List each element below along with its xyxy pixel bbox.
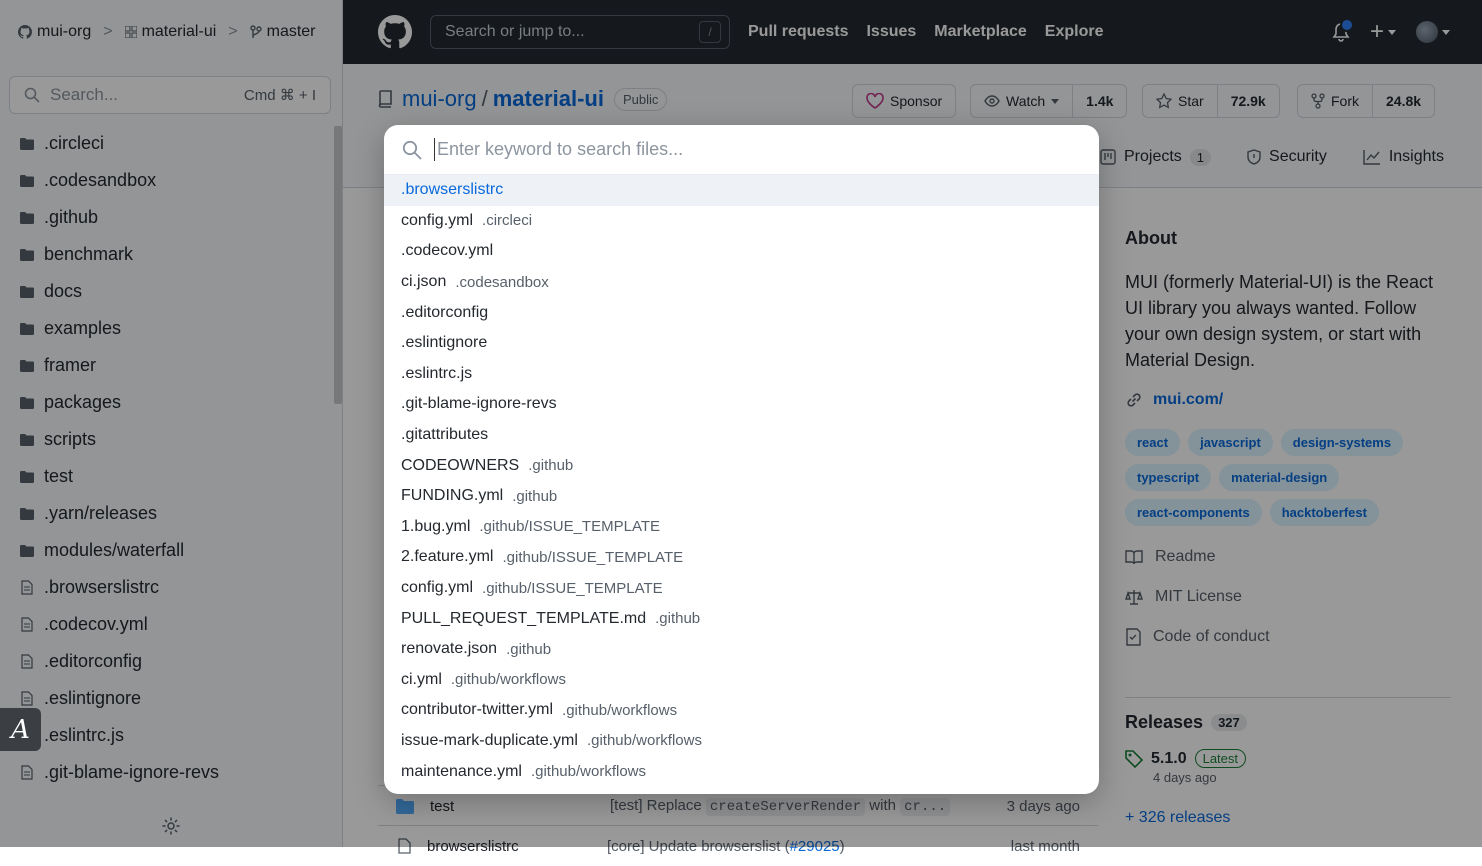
result-file-name: 1.bug.yml (401, 517, 471, 535)
file-search-result[interactable]: ci.yml .github/workflows (384, 665, 1099, 696)
result-file-name: maintenance.yml (401, 762, 522, 780)
file-search-result[interactable]: .browserslistrc (384, 175, 1099, 206)
file-search-result[interactable]: .editorconfig (384, 297, 1099, 328)
file-search-result[interactable]: contributor-twitter.yml .github/workflows (384, 695, 1099, 726)
extension-a-label: A (11, 714, 30, 745)
result-file-path: .github/ISSUE_TEMPLATE (479, 518, 661, 536)
result-file-name: .browserslistrc (401, 181, 504, 199)
file-search-result[interactable]: CODEOWNERS .github (384, 450, 1099, 481)
result-file-name: contributor-twitter.yml (401, 701, 554, 719)
result-file-name: .git-blame-ignore-revs (401, 395, 557, 413)
result-file-name: ci.yml (401, 670, 442, 688)
result-file-name: CODEOWNERS (401, 456, 520, 474)
file-search-result[interactable]: .git-blame-ignore-revs (384, 389, 1099, 420)
file-search-result[interactable]: 1.bug.yml .github/ISSUE_TEMPLATE (384, 512, 1099, 543)
result-file-path: .github/ISSUE_TEMPLATE (502, 548, 684, 566)
result-file-name: PULL_REQUEST_TEMPLATE.md (401, 609, 647, 627)
file-search-modal: .browserslistrc config.yml .circleci .codec… (384, 125, 1099, 794)
result-file-name: 2.feature.yml (401, 548, 494, 566)
extension-a-button[interactable]: A (0, 708, 41, 751)
file-search-result[interactable]: PULL_REQUEST_TEMPLATE.md .github (384, 603, 1099, 634)
file-search-result[interactable]: issue-mark-duplicate.yml .github/workflow… (384, 726, 1099, 757)
result-file-path: .github/workflows (586, 732, 702, 750)
result-file-name: .codecov.yml (401, 242, 494, 260)
result-file-path: .circleci (482, 212, 533, 230)
result-file-name: .gitattributes (401, 426, 489, 444)
file-search-result[interactable]: config.yml .circleci (384, 206, 1099, 237)
result-file-path: .codesandbox (455, 273, 549, 291)
file-search-result[interactable]: maintenance.yml .github/workflows (384, 756, 1099, 787)
search-icon (402, 140, 422, 160)
file-search-result[interactable]: FUNDING.yml .github (384, 481, 1099, 512)
file-search-input[interactable] (434, 138, 1059, 161)
file-search-result[interactable]: .gitattributes (384, 420, 1099, 451)
file-search-result[interactable]: .codecov.yml (384, 236, 1099, 267)
result-file-name: renovate.json (401, 640, 498, 658)
file-search-result[interactable]: ci.json .codesandbox (384, 267, 1099, 298)
result-file-name: ci.json (401, 273, 447, 291)
result-file-name: config.yml (401, 211, 474, 229)
result-file-path: .github/workflows (562, 701, 678, 719)
result-file-name: .editorconfig (401, 303, 489, 321)
result-file-path: .github (506, 640, 552, 658)
file-search-result[interactable]: .eslintrc.js (384, 359, 1099, 390)
result-file-name: .eslintrc.js (401, 364, 473, 382)
result-file-path: .github/workflows (530, 763, 647, 781)
result-file-name: FUNDING.yml (401, 487, 504, 505)
file-search-result[interactable]: .eslintignore (384, 328, 1099, 359)
file-search-results: .browserslistrc config.yml .circleci .codec… (384, 175, 1099, 787)
file-search-bar (384, 125, 1099, 175)
result-file-path: .github/workflows (450, 671, 566, 689)
result-file-name: issue-mark-duplicate.yml (401, 731, 578, 749)
result-file-name: config.yml (401, 579, 474, 597)
result-file-path: .github (655, 610, 701, 628)
result-file-path: .github (512, 487, 558, 505)
result-file-path: .github/ISSUE_TEMPLATE (482, 579, 663, 597)
file-search-result[interactable]: renovate.json .github (384, 634, 1099, 665)
result-file-name: .eslintignore (401, 334, 488, 352)
file-search-result[interactable]: 2.feature.yml .github/ISSUE_TEMPLATE (384, 542, 1099, 573)
result-file-path: .github (528, 457, 574, 475)
file-search-result[interactable]: config.yml .github/ISSUE_TEMPLATE (384, 573, 1099, 604)
